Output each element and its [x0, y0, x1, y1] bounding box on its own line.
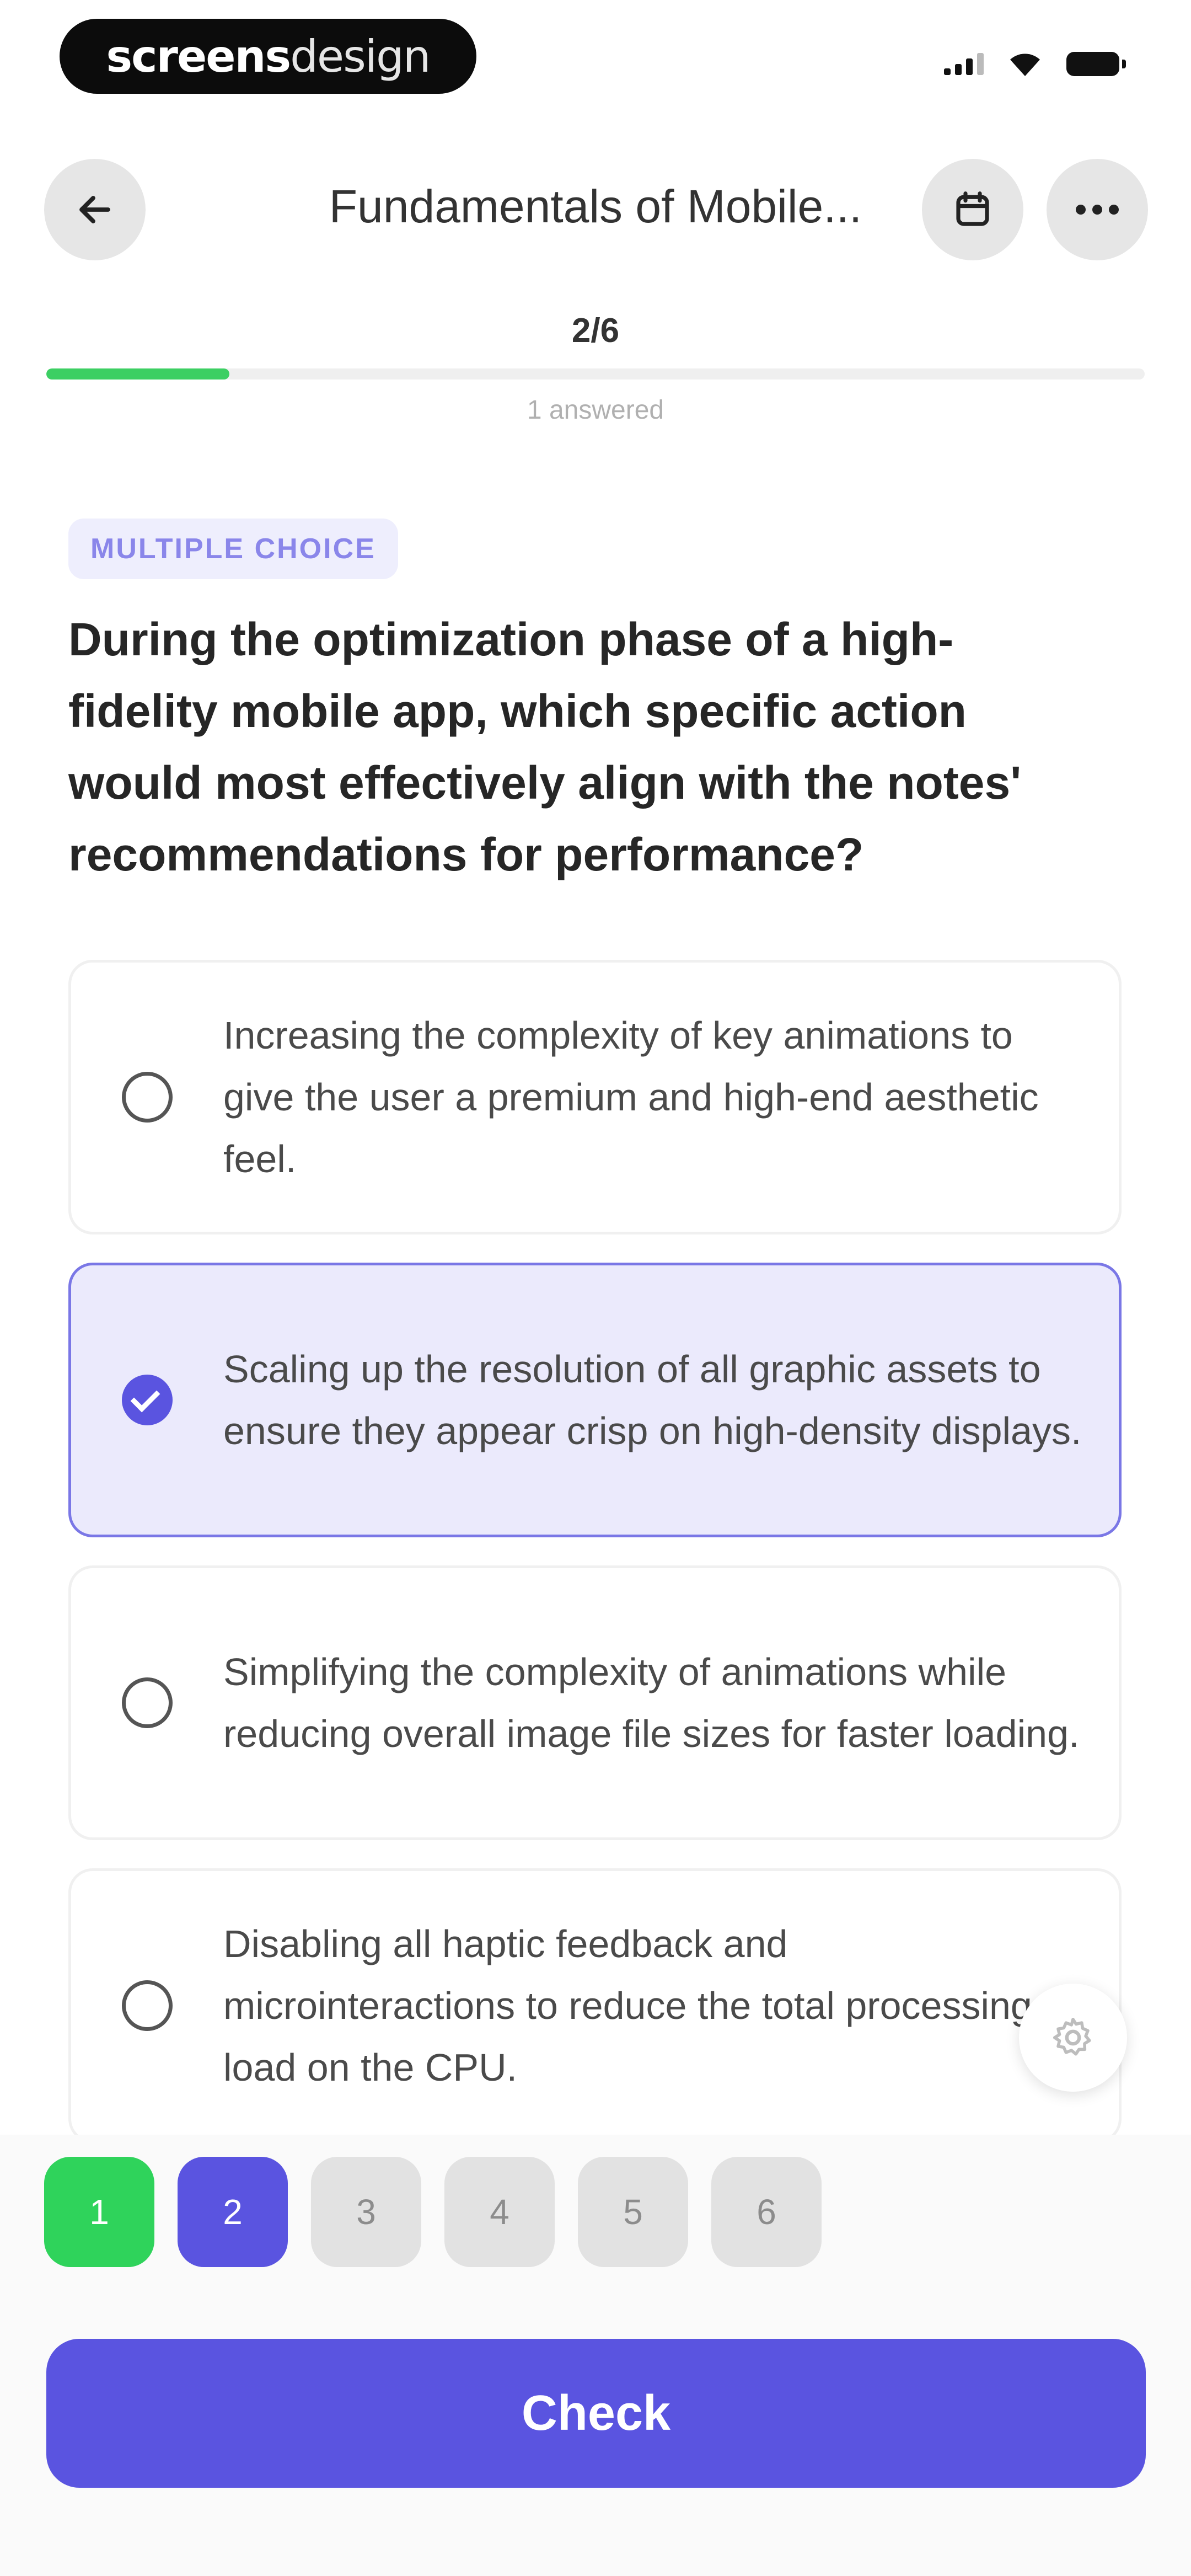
radio-button[interactable]	[122, 1072, 173, 1123]
radio-button[interactable]	[122, 1980, 173, 2031]
back-button[interactable]	[44, 159, 146, 260]
status-icons	[944, 51, 1126, 77]
page-title: Fundamentals of Mobile...	[329, 180, 862, 232]
question-counter: 2/6	[571, 312, 620, 350]
question-navigator: 1 2 3 4 5 6	[44, 2157, 822, 2267]
answered-count: 1 answered	[527, 396, 664, 425]
logo-text-bold: screens	[106, 30, 292, 82]
radio-button[interactable]	[122, 1677, 173, 1728]
more-options-button[interactable]	[1047, 159, 1148, 260]
logo-text: screensdesign	[106, 30, 431, 82]
ellipsis-icon	[1076, 205, 1119, 215]
question-nav-button-5[interactable]: 5	[578, 2157, 688, 2267]
question-nav-button-2[interactable]: 2	[178, 2157, 288, 2267]
screensdesign-logo: screensdesign	[60, 19, 476, 94]
question-nav-button-6[interactable]: 6	[711, 2157, 822, 2267]
cellular-signal-icon	[944, 53, 984, 75]
check-button[interactable]: Check	[46, 2339, 1146, 2488]
wifi-icon	[1010, 54, 1040, 76]
question-nav-button-3[interactable]: 3	[311, 2157, 421, 2267]
option-text: Increasing the complexity of key animati…	[223, 1014, 1039, 1180]
radio-button[interactable]	[122, 1375, 173, 1425]
logo-text-light: design	[290, 30, 431, 82]
calendar-button[interactable]	[922, 159, 1023, 260]
progress-bar	[46, 368, 1145, 380]
question-nav-button-1[interactable]: 1	[44, 2157, 154, 2267]
option-text: Scaling up the resolution of all graphic…	[223, 1348, 1082, 1452]
battery-icon	[1066, 52, 1126, 76]
question-nav-button-4[interactable]: 4	[444, 2157, 555, 2267]
screen: screensdesign Fundamentals of Mobile... …	[0, 0, 1191, 2576]
settings-button[interactable]	[1019, 1984, 1127, 2092]
answer-option-3[interactable]: Simplifying the complexity of animations…	[68, 1565, 1122, 1840]
question-type-badge: MULTIPLE CHOICE	[68, 519, 398, 579]
progress-fill	[46, 368, 230, 380]
answer-option-2[interactable]: Scaling up the resolution of all graphic…	[68, 1263, 1122, 1537]
calendar-icon	[956, 191, 989, 226]
question-text: During the optimization phase of a high-…	[68, 613, 1022, 880]
option-text: Simplifying the complexity of animations…	[223, 1650, 1080, 1755]
arrow-left-icon	[79, 196, 110, 223]
answer-option-4[interactable]: Disabling all haptic feedback and microi…	[68, 1868, 1122, 2143]
option-text: Disabling all haptic feedback and microi…	[223, 1922, 1032, 2089]
answer-option-1[interactable]: Increasing the complexity of key animati…	[68, 960, 1122, 1234]
gear-icon	[1053, 2017, 1091, 2056]
